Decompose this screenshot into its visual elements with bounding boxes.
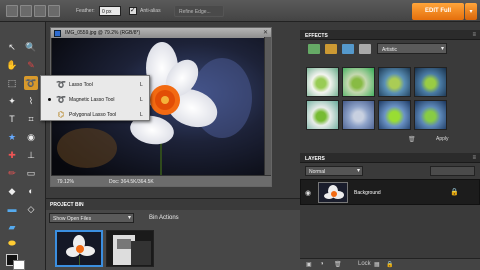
- shape-tool-icon[interactable]: ★: [5, 130, 19, 144]
- effects-category-select[interactable]: Artistic: [377, 43, 447, 54]
- show-files-select[interactable]: Show Open Files: [49, 213, 134, 223]
- antialias-label: Anti-alias: [140, 8, 161, 14]
- effect-thumbnail[interactable]: [414, 100, 447, 130]
- subtract-selection-icon[interactable]: [34, 5, 46, 17]
- photo-effects-icon[interactable]: [342, 44, 354, 54]
- flyout-item-magnetic-lasso[interactable]: ➰ Magnetic Lasso Tool L: [41, 92, 149, 106]
- lock-all-icon[interactable]: 🔒: [386, 261, 393, 268]
- panel-menu-icon[interactable]: ≡: [472, 155, 476, 161]
- filters-icon[interactable]: [308, 44, 320, 54]
- lock-transparent-icon[interactable]: ▦: [374, 261, 380, 268]
- red-eye-tool-icon[interactable]: ◉: [24, 130, 38, 144]
- brush-tool-icon[interactable]: ✏: [5, 166, 19, 180]
- zoom-readout[interactable]: 79.12%: [57, 179, 74, 185]
- document-title-bar[interactable]: IMG_0559.jpg @ 79.2% (RGB/8*) ✕: [51, 28, 271, 38]
- add-to-selection-icon[interactable]: [20, 5, 32, 17]
- selection-brush-icon[interactable]: ⌇: [24, 94, 38, 108]
- document-status-bar: 79.12% Doc: 364.5K/364.5K: [51, 175, 271, 186]
- panel-menu-icon[interactable]: ≡: [472, 32, 476, 38]
- lock-label: Lock: [358, 261, 371, 267]
- feather-label: Feather:: [76, 8, 95, 14]
- effect-thumbnail[interactable]: [414, 67, 447, 97]
- all-effects-icon[interactable]: [359, 44, 371, 54]
- move-tool-icon[interactable]: ↖: [5, 40, 19, 54]
- layer-thumbnail: [318, 182, 348, 203]
- layers-panel-header[interactable]: LAYERS ≡: [300, 153, 480, 163]
- layer-styles-icon[interactable]: [325, 44, 337, 54]
- lasso-tool-flyout: ➰ Lasso Tool L ➰ Magnetic Lasso Tool L ⌬…: [40, 75, 150, 121]
- selected-indicator: [48, 98, 51, 101]
- magnetic-lasso-icon: ➰: [56, 94, 66, 104]
- trash-icon[interactable]: 🗑: [408, 136, 416, 143]
- sponge-tool-icon[interactable]: ◇: [24, 202, 38, 216]
- options-bar: Feather: 0 px Anti-alias Refine Edge... …: [0, 0, 480, 22]
- edit-full-button[interactable]: EDIT Full: [412, 3, 464, 20]
- bin-thumbnail-active[interactable]: [55, 230, 103, 267]
- gradient-tool-icon[interactable]: ▬: [5, 202, 19, 216]
- layers-title: LAYERS: [305, 156, 325, 162]
- effects-panel-header[interactable]: EFFECTS ≡: [300, 30, 480, 40]
- edit-mode-dropdown-icon[interactable]: ▾: [465, 3, 477, 20]
- panel-bin: EFFECTS ≡ Artistic 🗑 Apply LAYERS ≡ Norm…: [300, 22, 480, 270]
- crop-tool-icon[interactable]: ⌗: [24, 112, 38, 126]
- effect-thumbnail[interactable]: [306, 100, 339, 130]
- new-selection-icon[interactable]: [6, 5, 18, 17]
- photoshop-file-icon: [54, 30, 61, 37]
- zoom-tool-icon[interactable]: 🔍: [24, 40, 38, 54]
- intersect-selection-icon[interactable]: [48, 5, 60, 17]
- effect-thumbnail[interactable]: [342, 67, 375, 97]
- magic-wand-tool-icon[interactable]: ✦: [5, 94, 19, 108]
- layer-name: Background: [354, 190, 381, 196]
- effect-thumbnail[interactable]: [306, 67, 339, 97]
- feather-input[interactable]: 0 px: [99, 6, 121, 16]
- effect-thumbnail[interactable]: [342, 100, 375, 130]
- hand-tool-icon[interactable]: ✋: [5, 58, 19, 72]
- delete-layer-icon[interactable]: 🗑: [334, 261, 342, 268]
- vertical-scrollbar[interactable]: [264, 37, 271, 175]
- healing-brush-icon[interactable]: ✚: [5, 148, 19, 162]
- doc-size-readout: Doc: 364.5K/364.5K: [109, 179, 154, 185]
- effect-thumbnail[interactable]: [378, 100, 411, 130]
- document-title: IMG_0559.jpg @ 79.2% (RGB/8*): [65, 30, 141, 36]
- bin-thumbnail[interactable]: [106, 230, 154, 267]
- new-layer-icon[interactable]: ▣: [306, 261, 312, 268]
- layers-footer: ▣ ◑ 🗑 Lock ▦ 🔒: [300, 258, 480, 270]
- flyout-item-polygonal-lasso[interactable]: ⌬ Polygonal Lasso Tool L: [41, 107, 149, 121]
- adjustment-layer-icon[interactable]: ◑: [320, 261, 324, 267]
- apply-button[interactable]: Apply: [436, 136, 449, 142]
- lasso-icon: ➰: [56, 79, 66, 89]
- project-bin: PROJECT BIN Show Open Files Bin Actions: [46, 198, 300, 270]
- dodge-tool-icon[interactable]: ▰: [5, 220, 19, 234]
- background-color-swatch[interactable]: [13, 260, 25, 270]
- bin-actions-menu[interactable]: Bin Actions: [149, 215, 179, 221]
- refine-edge-button[interactable]: Refine Edge...: [174, 5, 224, 17]
- clone-stamp-icon[interactable]: ⊥: [24, 148, 38, 162]
- blend-mode-select[interactable]: Normal: [305, 166, 363, 176]
- sharpen-tool-icon[interactable]: ⬬: [5, 236, 19, 250]
- layer-row-background[interactable]: ◉ Background 🔒: [300, 179, 480, 205]
- eyedropper-tool-icon[interactable]: ✎: [24, 58, 38, 72]
- effect-thumbnail[interactable]: [378, 67, 411, 97]
- paint-bucket-icon[interactable]: ◆: [5, 184, 19, 198]
- close-icon[interactable]: ✕: [263, 29, 268, 36]
- blur-tool-icon[interactable]: ◐: [24, 184, 38, 198]
- marquee-tool-icon[interactable]: ⬚: [5, 76, 19, 90]
- lock-icon[interactable]: 🔒: [450, 188, 459, 196]
- project-bin-header[interactable]: PROJECT BIN: [46, 199, 300, 210]
- effects-title: EFFECTS: [305, 33, 328, 39]
- toolbox: ↖ 🔍 ✋ ✎ ⬚ ➰ ✦ ⌇ T ⌗ ★ ◉ ✚ ⊥ ✏ ▭ ◆ ◐ ▬ ◇ …: [0, 22, 46, 270]
- lasso-tool-icon[interactable]: ➰: [24, 76, 38, 90]
- flyout-item-lasso[interactable]: ➰ Lasso Tool L: [41, 77, 149, 91]
- eraser-tool-icon[interactable]: ▭: [24, 166, 38, 180]
- polygonal-lasso-icon: ⌬: [57, 109, 65, 119]
- visibility-eye-icon[interactable]: ◉: [305, 189, 311, 197]
- project-bin-title: PROJECT BIN: [50, 202, 84, 208]
- type-tool-icon[interactable]: T: [5, 112, 19, 126]
- antialias-checkbox[interactable]: [129, 6, 137, 15]
- opacity-field[interactable]: [430, 166, 475, 176]
